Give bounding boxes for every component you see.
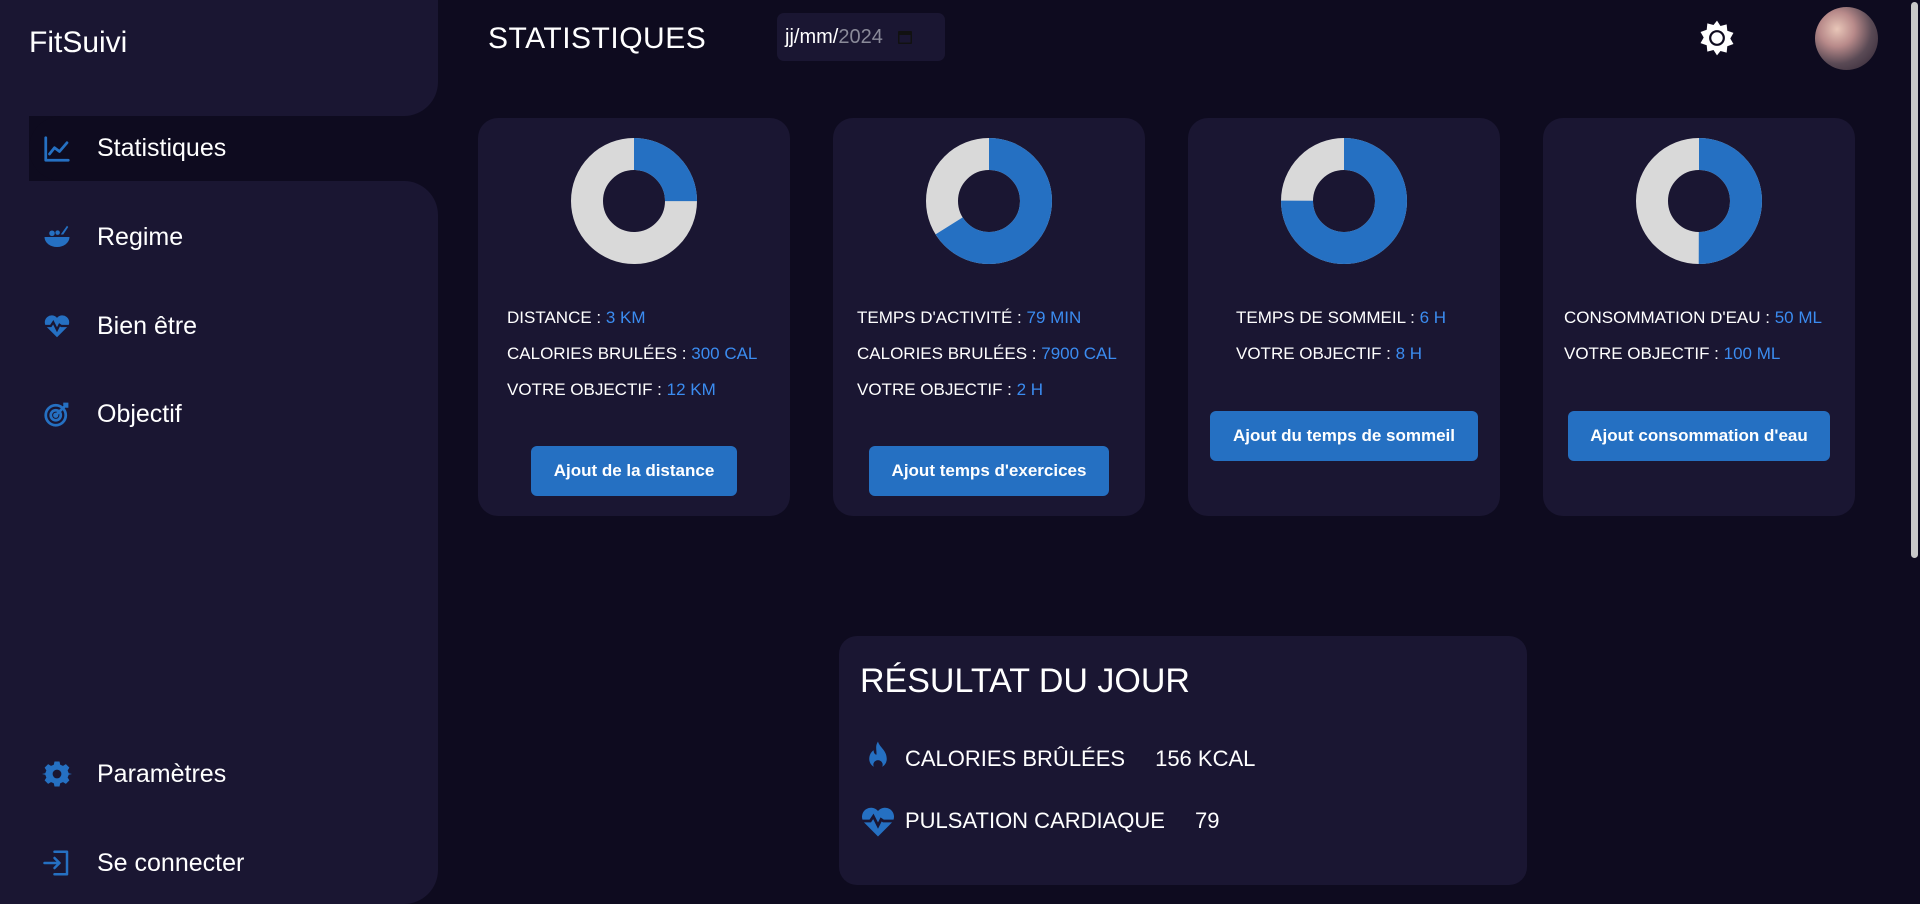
sidebar-item-label: Regime [97,222,184,251]
result-value: 79 [1194,808,1220,833]
add-water-button[interactable]: Ajout consommation d'eau [1568,411,1830,461]
add-exercise-time-button[interactable]: Ajout temps d'exercices [869,446,1109,496]
sidebar-item-parametres[interactable]: Paramètres [29,744,409,804]
result-title: RÉSULTAT DU JOUR [860,662,1190,700]
daily-result-panel: RÉSULTAT DU JOUR CALORIES BRÛLÉES 156 KC… [839,636,1527,885]
sidebar-brand-panel: FitSuivi [0,0,438,116]
theme-toggle-button[interactable] [1697,18,1737,58]
sidebar-item-label: Se connecter [97,848,245,877]
stat-line-calories: CALORIES BRULÉES : 300 CAL [507,344,758,363]
chart-line-icon [29,134,85,164]
donut-chart [1281,138,1407,264]
stat-line-eau: CONSOMMATION D'EAU : 50 ML [1564,308,1822,327]
result-row-pulsation: PULSATION CARDIAQUE 79 [859,802,1219,840]
stat-card-activite: TEMPS D'ACTIVITÉ : 79 MIN CALORIES BRULÉ… [833,118,1145,516]
stat-line-objectif: VOTRE OBJECTIF : 2 H [857,380,1044,399]
scrollbar-thumb[interactable] [1911,2,1918,558]
sidebar-item-statistiques[interactable]: Statistiques [29,116,438,181]
sidebar-item-bien-etre[interactable]: Bien être [29,296,409,356]
stat-card-sommeil: TEMPS DE SOMMEIL : 6 H VOTRE OBJECTIF : … [1188,118,1500,516]
stat-card-distance: DISTANCE : 3 KM CALORIES BRULÉES : 300 C… [478,118,790,516]
app-brand[interactable]: FitSuivi [29,26,127,60]
stat-card-eau: CONSOMMATION D'EAU : 50 ML VOTRE OBJECTI… [1543,118,1855,516]
calendar-icon[interactable] [897,29,913,45]
bowl-food-icon [29,222,85,252]
stat-line-activite: TEMPS D'ACTIVITÉ : 79 MIN [857,308,1082,327]
stat-line-sommeil: TEMPS DE SOMMEIL : 6 H [1236,308,1447,327]
sidebar-strip [0,116,29,181]
stat-line-objectif: VOTRE OBJECTIF : 100 ML [1564,344,1781,363]
date-day-month: jj/mm/ [785,25,839,48]
gear-icon [29,759,85,789]
avatar[interactable] [1815,7,1878,70]
sidebar-item-label: Objectif [97,399,182,428]
stat-line-distance: DISTANCE : 3 KM [507,308,646,327]
stat-line-objectif: VOTRE OBJECTIF : 12 KM [507,380,716,399]
sidebar-item-se-connecter[interactable]: Se connecter [29,833,409,893]
result-row-calories: CALORIES BRÛLÉES 156 KCAL [859,740,1255,778]
donut-chart [571,138,697,264]
page-title: STATISTIQUES [488,22,707,55]
heart-pulse-icon [29,311,85,341]
sidebar-item-label: Paramètres [97,759,227,788]
result-value: 156 KCAL [1155,746,1256,771]
stat-line-objectif: VOTRE OBJECTIF : 8 H [1236,344,1423,363]
sidebar-item-label: Bien être [97,311,198,340]
sidebar-item-label: Statistiques [97,134,227,162]
target-icon [29,399,85,429]
add-sleep-time-button[interactable]: Ajout du temps de sommeil [1210,411,1478,461]
add-distance-button[interactable]: Ajout de la distance [531,446,737,496]
sun-icon [1700,20,1734,56]
donut-chart [1636,138,1762,264]
stat-line-calories: CALORIES BRULÉES : 7900 CAL [857,344,1117,363]
heart-pulse-icon [859,802,897,840]
login-icon [29,848,85,878]
sidebar-item-objectif[interactable]: Objectif [29,384,409,444]
date-year: 2024 [838,25,883,48]
flame-icon [859,740,897,778]
result-label: CALORIES BRÛLÉES [905,746,1126,771]
donut-chart [926,138,1052,264]
date-input[interactable]: jj/mm/ 2024 [777,13,945,61]
sidebar-item-regime[interactable]: Regime [29,207,409,267]
result-label: PULSATION CARDIAQUE [905,808,1165,833]
